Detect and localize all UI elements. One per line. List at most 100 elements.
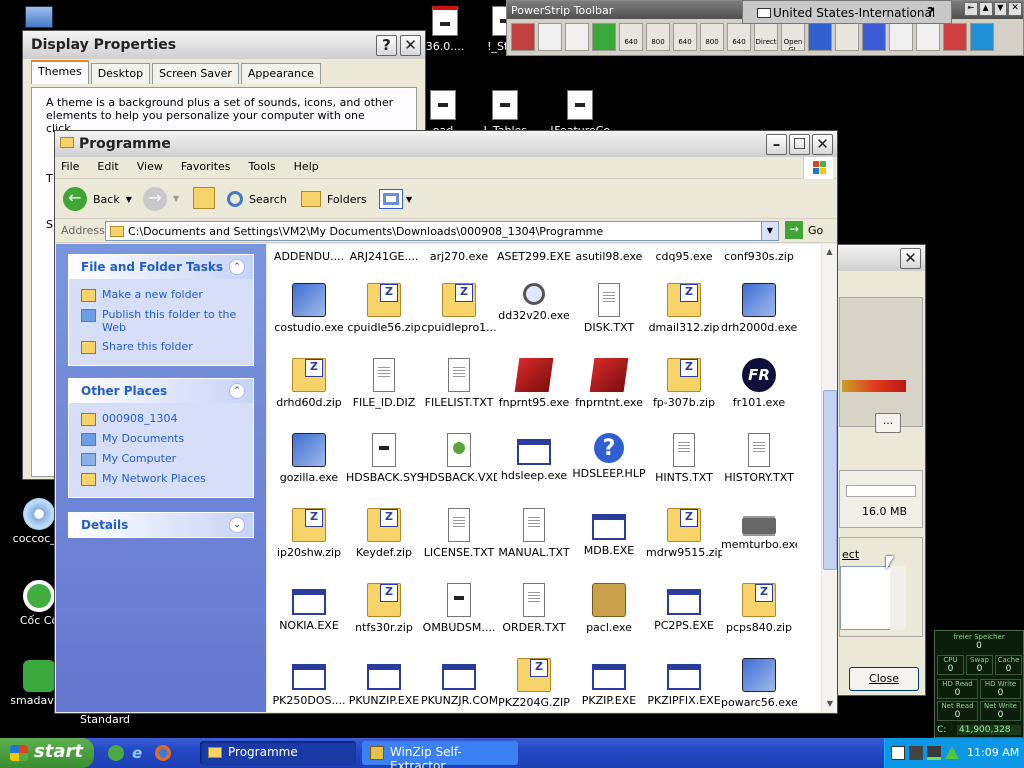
tray-network-icon[interactable] xyxy=(909,746,923,760)
file-item[interactable]: PKUNZIP.EXE xyxy=(346,658,422,707)
file-item[interactable]: drhd60d.zip xyxy=(271,358,347,409)
chevron-up-icon[interactable]: ⌃ xyxy=(229,259,245,275)
file-item[interactable]: arj270.exe xyxy=(421,250,497,263)
file-item[interactable]: PKZ204G.ZIP xyxy=(496,658,572,709)
file-item[interactable]: dmail312.zip xyxy=(646,283,722,334)
task-link[interactable]: Publish this folder to the Web xyxy=(69,305,253,337)
file-item[interactable]: FILE_ID.DIZ xyxy=(346,358,422,409)
direct-icon[interactable]: Direct xyxy=(754,23,778,51)
help-icon[interactable] xyxy=(808,23,832,51)
tab-desktop[interactable]: Desktop xyxy=(90,63,151,84)
address-dropdown-button[interactable]: ▼ xyxy=(761,222,778,240)
file-item[interactable]: ip20shw.zip xyxy=(271,508,347,559)
file-item[interactable]: fnprntnt.exe xyxy=(571,358,647,409)
go-button[interactable]: → Go xyxy=(785,221,823,239)
up-folder-icon[interactable] xyxy=(193,187,215,209)
file-item[interactable]: PC2PS.EXE xyxy=(646,583,722,632)
tray-strip-icon[interactable] xyxy=(927,746,941,760)
taskbar-task-winzip[interactable]: WinZip Self-Extractor... xyxy=(362,741,518,768)
firefox-icon[interactable] xyxy=(155,745,171,761)
address-input[interactable]: C:\Documents and Settings\VM2\My Documen… xyxy=(105,221,779,241)
winzip-list-scrollbar[interactable] xyxy=(890,566,906,630)
file-item[interactable]: conf930s.zip xyxy=(721,250,797,263)
res-800b-icon[interactable]: 800 xyxy=(700,23,724,51)
winzip-window[interactable]: ✕ ... 16.0 MB ect Close xyxy=(832,244,926,696)
file-item[interactable]: cpuidle56.zip xyxy=(346,283,422,334)
play-icon[interactable] xyxy=(592,23,616,51)
start-button[interactable]: start xyxy=(0,738,94,768)
chevron-up-icon[interactable]: ⌃ xyxy=(229,383,245,399)
file-item[interactable]: cpuidlepro1... xyxy=(421,283,497,334)
tab-appearance[interactable]: Appearance xyxy=(240,63,321,84)
tab-screen-saver[interactable]: Screen Saver xyxy=(152,63,239,84)
tool-icon[interactable] xyxy=(511,23,535,51)
file-item[interactable]: MDB.EXE xyxy=(571,508,647,557)
menu-tools[interactable]: Tools xyxy=(249,160,276,175)
menu-view[interactable]: View xyxy=(137,160,163,175)
forward-arrow-icon[interactable]: → xyxy=(143,187,167,211)
taskbar-task-programme[interactable]: Programme xyxy=(200,741,356,765)
winzip-close-button[interactable]: ✕ xyxy=(900,248,921,269)
res-640b-icon[interactable]: 640 xyxy=(673,23,697,51)
file-item[interactable]: HINTS.TXT xyxy=(646,433,722,484)
file-list[interactable]: ADDENDU.... ARJ241GE.... arj270.exe ASET299… xyxy=(267,244,821,712)
folders-button[interactable]: Folders xyxy=(301,185,367,213)
file-item[interactable]: hdsleep.exe xyxy=(496,433,572,482)
file-item[interactable]: FR fr101.exe xyxy=(721,358,797,409)
task-link[interactable]: My Computer xyxy=(69,449,253,469)
task-link[interactable]: 000908_1304 xyxy=(69,409,253,429)
zoom-out-icon[interactable] xyxy=(565,23,589,51)
maximize-button[interactable]: ☐ xyxy=(789,134,810,155)
chevron-down-icon[interactable]: ▼ xyxy=(173,194,179,203)
tray-pen-icon[interactable] xyxy=(891,746,905,760)
file-item[interactable]: ADDENDU.... xyxy=(271,250,347,263)
file-item[interactable]: PKZIP.EXE xyxy=(571,658,647,707)
minimize-button[interactable]: – xyxy=(766,134,787,155)
up-icon[interactable]: ▲ xyxy=(978,2,993,16)
task-link[interactable]: My Network Places xyxy=(69,469,253,489)
task-link[interactable]: Make a new folder xyxy=(69,285,253,305)
file-item[interactable]: dd32v20.exe xyxy=(496,283,572,322)
language-bar[interactable]: United States-International ? xyxy=(742,0,952,24)
pen-icon[interactable] xyxy=(889,23,913,51)
close-icon[interactable]: ✕ xyxy=(1008,2,1022,16)
file-item[interactable]: DISK.TXT xyxy=(571,283,647,334)
task-link[interactable]: Share this folder xyxy=(69,337,253,357)
internet-explorer-icon[interactable]: e xyxy=(132,744,148,762)
open-gl-icon[interactable]: Open GL xyxy=(781,23,805,51)
file-item[interactable]: gozilla.exe xyxy=(271,433,347,484)
panel-header[interactable]: Details ⌄ xyxy=(69,513,253,537)
file-item[interactable]: fp-307b.zip xyxy=(646,358,722,409)
help-button[interactable]: ? xyxy=(376,35,397,56)
paint-icon[interactable] xyxy=(943,23,967,51)
file-item[interactable]: pacl.exe xyxy=(571,583,647,634)
collapse-icon[interactable]: ⇤ xyxy=(964,2,978,16)
explorer-window[interactable]: Programme – ☐ ✕ File Edit View Favorites Too… xyxy=(54,130,838,714)
search-button[interactable]: Search xyxy=(227,185,287,213)
tab-themes[interactable]: Themes xyxy=(31,60,89,84)
file-item[interactable]: ARJ241GE.... xyxy=(346,250,422,263)
views-button[interactable]: ▼ xyxy=(379,189,412,209)
close-button[interactable]: ✕ xyxy=(812,134,833,155)
winzip-browse-button[interactable]: ... xyxy=(875,413,901,433)
scroll-up-button[interactable]: ▲ xyxy=(822,244,837,260)
file-item[interactable]: OMBUDSM.... xyxy=(421,583,497,634)
chevron-down-icon[interactable]: ⌄ xyxy=(229,517,245,533)
down-icon[interactable]: ▼ xyxy=(993,2,1008,16)
menu-edit[interactable]: Edit xyxy=(97,160,118,175)
monitor-icon[interactable] xyxy=(862,23,886,51)
file-item[interactable]: ORDER.TXT xyxy=(496,583,572,634)
menu-help[interactable]: Help xyxy=(294,160,319,175)
file-item[interactable]: powarc56.exe xyxy=(721,658,797,709)
winzip-title-bar[interactable]: ✕ xyxy=(833,245,925,271)
file-item[interactable]: ntfs30r.zip xyxy=(346,583,422,634)
task-link[interactable]: My Documents xyxy=(69,429,253,449)
file-item[interactable]: MANUAL.TXT xyxy=(496,508,572,559)
file-item[interactable]: LICENSE.TXT xyxy=(421,508,497,559)
file-item[interactable]: drh2000d.exe xyxy=(721,283,797,334)
res-800-icon[interactable]: 800 xyxy=(646,23,670,51)
panel-header[interactable]: Other Places ⌃ xyxy=(69,379,253,403)
panel-header[interactable]: File and Folder Tasks ⌃ xyxy=(69,255,253,279)
file-item[interactable]: memturbo.exe xyxy=(721,508,797,551)
quicklaunch-icon[interactable] xyxy=(108,745,124,761)
